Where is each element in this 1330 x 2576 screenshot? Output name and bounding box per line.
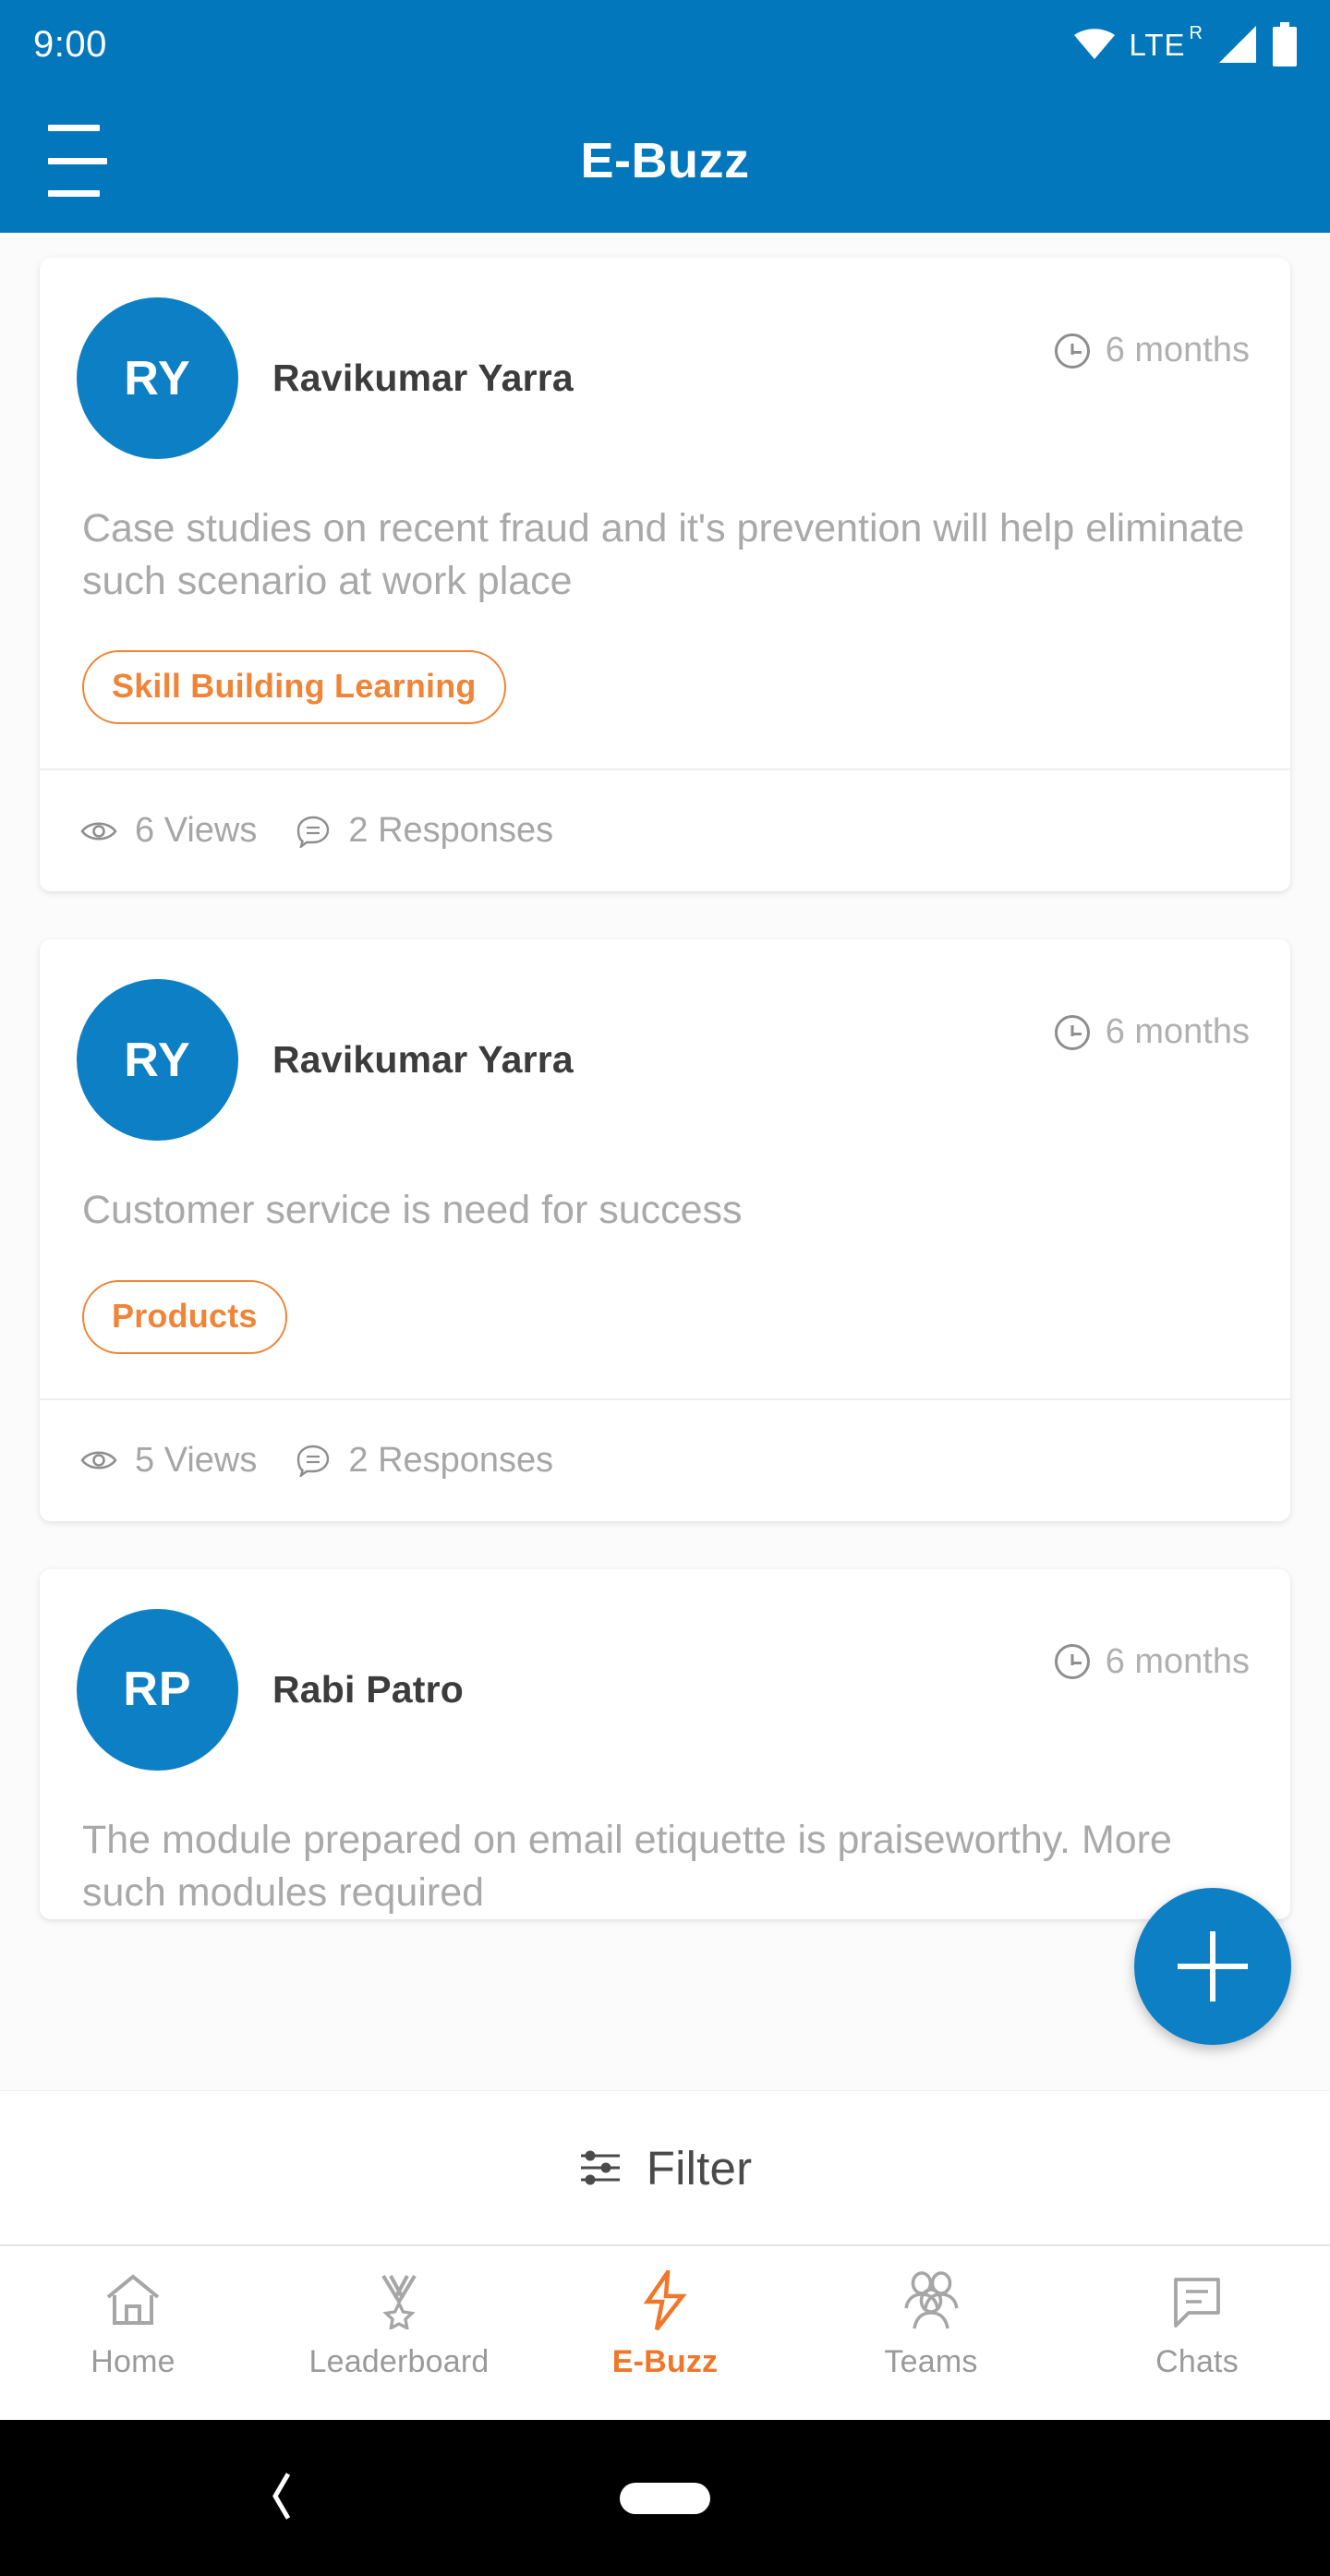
post-text: Customer service is need for success xyxy=(82,1188,743,1233)
avatar: RY xyxy=(77,979,238,1142)
post-body: The module prepared on email etiquette i… xyxy=(40,1771,1290,1919)
views-stat[interactable]: 5 Views xyxy=(80,1441,257,1481)
post-author: Rabi Patro xyxy=(272,1667,465,1711)
hamburger-menu-icon[interactable] xyxy=(48,125,107,197)
add-post-fab[interactable] xyxy=(1134,1888,1291,2045)
post-feed[interactable]: RY Ravikumar Yarra 6 months Case studies… xyxy=(0,233,1330,2090)
chat-bubble-icon xyxy=(1168,2270,1226,2331)
filter-label: Filter xyxy=(646,2141,753,2195)
nav-item-ebuzz[interactable]: E-Buzz xyxy=(532,2246,798,2380)
post-tag[interactable]: Skill Building Learning xyxy=(82,650,506,725)
nav-item-leaderboard[interactable]: Leaderboard xyxy=(266,2246,532,2380)
eye-icon xyxy=(80,822,117,841)
hamburger-line xyxy=(48,190,100,197)
app-root: 9:00 LTE R E-Buzz RY Ravikumar Yarra 6 m… xyxy=(0,0,1330,2576)
medal-icon xyxy=(370,2270,428,2331)
status-clock: 9:00 xyxy=(33,24,107,65)
app-bar: E-Buzz xyxy=(0,89,1330,233)
post-card[interactable]: RP Rabi Patro 6 months The module prepar… xyxy=(40,1568,1290,1919)
post-stats: 6 Views 2 Responses xyxy=(40,770,1290,891)
post-body: Case studies on recent fraud and it's pr… xyxy=(40,459,1290,768)
post-header: RY Ravikumar Yarra 6 months xyxy=(40,258,1290,459)
signal-icon xyxy=(1219,26,1256,63)
chat-bubble-icon xyxy=(297,816,330,848)
android-system-nav xyxy=(0,2420,1330,2576)
hamburger-line xyxy=(48,157,107,164)
post-time-text: 6 months xyxy=(1105,1641,1250,1681)
network-type: LTE R xyxy=(1129,24,1203,62)
post-body: Customer service is need for success Pro… xyxy=(40,1141,1290,1397)
post-time-text: 6 months xyxy=(1105,1012,1250,1052)
status-icons: LTE R xyxy=(1073,22,1299,67)
responses-stat[interactable]: 2 Responses xyxy=(296,811,553,851)
clock-icon xyxy=(1054,333,1090,369)
avatar: RP xyxy=(77,1608,238,1771)
nav-item-home[interactable]: Home xyxy=(0,2246,266,2380)
nav-label-chats: Chats xyxy=(1155,2344,1239,2379)
network-label: LTE xyxy=(1129,27,1186,62)
lightning-icon xyxy=(640,2270,690,2331)
views-text: 5 Views xyxy=(135,1440,258,1480)
nav-item-chats[interactable]: Chats xyxy=(1064,2246,1330,2380)
nav-label-home: Home xyxy=(91,2344,175,2379)
clock-icon xyxy=(1054,1014,1090,1050)
post-timestamp: 6 months xyxy=(1054,1012,1250,1052)
views-text: 6 Views xyxy=(135,811,258,851)
post-card[interactable]: RY Ravikumar Yarra 6 months Case studies… xyxy=(40,258,1290,892)
post-header: RY Ravikumar Yarra 6 months xyxy=(40,939,1290,1142)
home-pill-icon[interactable] xyxy=(620,2482,710,2514)
nav-label-ebuzz: E-Buzz xyxy=(611,2344,719,2379)
plus-icon xyxy=(1178,1931,1248,2002)
nav-label-teams: Teams xyxy=(884,2344,978,2379)
responses-text: 2 Responses xyxy=(348,1440,554,1480)
views-stat[interactable]: 6 Views xyxy=(80,811,257,851)
wifi-icon xyxy=(1074,29,1116,59)
clock-icon xyxy=(1054,1644,1090,1680)
avatar: RY xyxy=(77,297,238,459)
responses-text: 2 Responses xyxy=(348,811,554,851)
filter-bar[interactable]: Filter xyxy=(0,2090,1330,2244)
post-text: Case studies on recent fraud and it's pr… xyxy=(82,506,1245,604)
post-timestamp: 6 months xyxy=(1054,1641,1250,1682)
bottom-navigation: Home Leaderboard E-Buzz Teams Chats xyxy=(0,2244,1330,2420)
eye-icon xyxy=(80,1451,117,1469)
status-bar: 9:00 LTE R xyxy=(0,0,1330,89)
post-card[interactable]: RY Ravikumar Yarra 6 months Customer ser… xyxy=(40,939,1290,1521)
hamburger-line xyxy=(48,125,100,131)
post-stats: 5 Views 2 Responses xyxy=(40,1400,1290,1521)
post-time-text: 6 months xyxy=(1105,331,1250,369)
responses-stat[interactable]: 2 Responses xyxy=(296,1441,553,1481)
nav-label-leaderboard: Leaderboard xyxy=(308,2344,490,2379)
nav-item-teams[interactable]: Teams xyxy=(798,2246,1064,2380)
people-group-icon xyxy=(901,2270,961,2331)
back-chevron-icon[interactable] xyxy=(266,2470,297,2526)
roaming-indicator: R xyxy=(1189,22,1203,43)
post-header: RP Rabi Patro 6 months xyxy=(40,1569,1290,1771)
post-tag[interactable]: Products xyxy=(82,1279,287,1354)
home-icon xyxy=(104,2270,162,2331)
post-author: Ravikumar Yarra xyxy=(272,357,574,399)
chat-bubble-icon xyxy=(297,1445,330,1478)
post-text: The module prepared on email etiquette i… xyxy=(82,1817,1172,1915)
post-author: Ravikumar Yarra xyxy=(272,1038,574,1082)
battery-icon xyxy=(1273,22,1297,67)
post-timestamp: 6 months xyxy=(1054,331,1250,370)
tune-sliders-icon xyxy=(580,2150,620,2185)
page-title: E-Buzz xyxy=(580,133,750,188)
